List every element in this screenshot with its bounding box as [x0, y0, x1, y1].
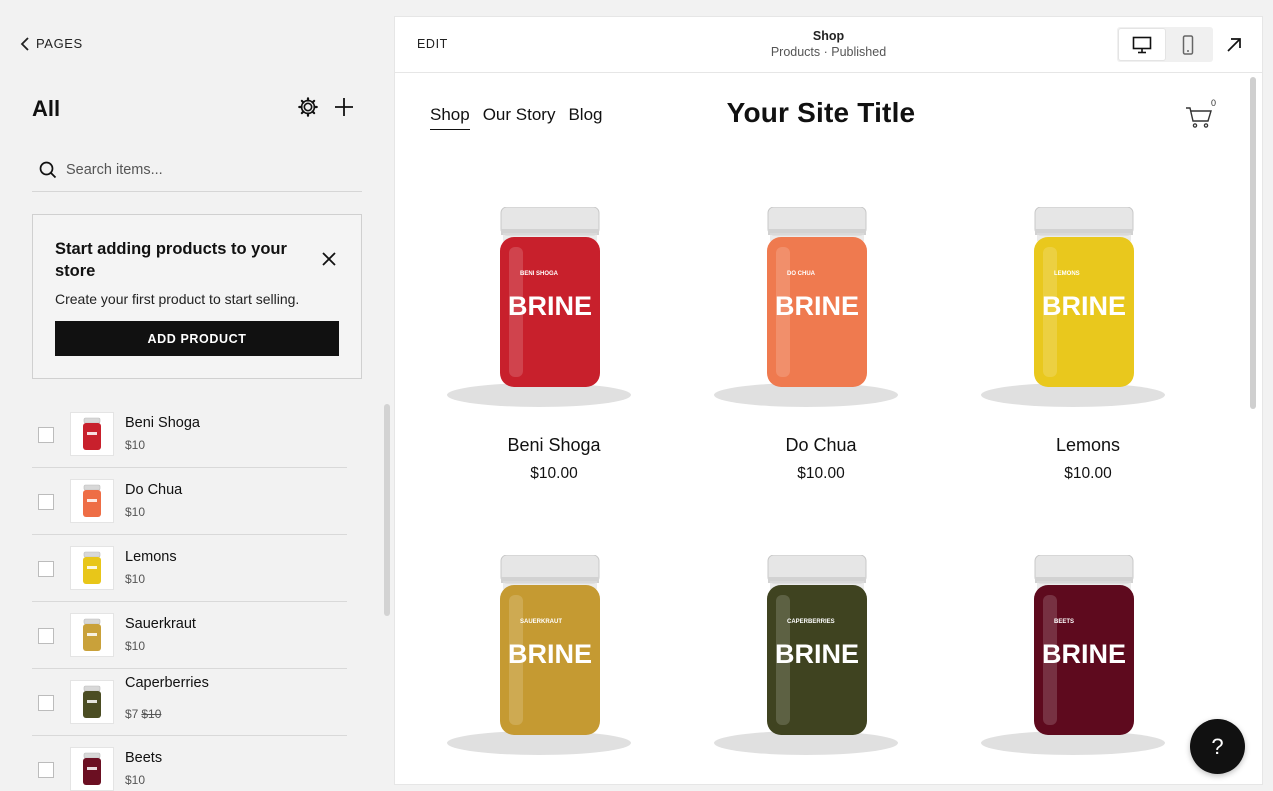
- item-sale-price: $10: [125, 438, 146, 452]
- cart-count: 0: [1211, 98, 1217, 108]
- jar-brand-label: BRINE: [508, 639, 592, 669]
- search-icon: [39, 161, 57, 178]
- device-toggle: [1117, 27, 1213, 62]
- product-card[interactable]: BRINE CAPERBERRIES: [706, 554, 936, 783]
- product-thumbnail: [70, 412, 114, 456]
- jar-variety-label: CAPERBERRIES: [787, 619, 835, 625]
- product-card[interactable]: BRINE LEMONS Lemons $10.00: [973, 206, 1203, 483]
- item-sale-price: $10: [125, 572, 146, 586]
- list-item[interactable]: Beets $10: [32, 736, 347, 791]
- site-preview: EDIT Shop Products · Published Shop Our …: [395, 17, 1262, 784]
- jar-variety-label: LEMONS: [1054, 271, 1080, 277]
- item-sale-price: $10: [125, 639, 146, 653]
- item-name: Lemons: [125, 549, 177, 565]
- back-to-pages-button[interactable]: PAGES: [20, 36, 83, 51]
- jar-brand-label: BRINE: [508, 291, 592, 321]
- jar-variety-label: BEETS: [1054, 619, 1074, 625]
- add-product-button[interactable]: ADD PRODUCT: [55, 321, 339, 356]
- item-name: Beets: [125, 750, 163, 766]
- desktop-icon: [1132, 36, 1152, 53]
- open-external-icon[interactable]: [1225, 36, 1243, 54]
- list-scrollbar[interactable]: [384, 404, 390, 616]
- help-button[interactable]: ?: [1190, 719, 1245, 774]
- product-card[interactable]: BRINE BEETS: [973, 554, 1203, 783]
- product-price: $10.00: [797, 465, 845, 482]
- item-price: $10: [125, 505, 145, 519]
- product-image[interactable]: BRINE SAUERKRAUT: [439, 554, 669, 755]
- product-card[interactable]: BRINE BENI SHOGA Beni Shoga $10.00: [439, 206, 669, 483]
- promo-description: Create your first product to start selli…: [55, 291, 300, 307]
- item-checkbox[interactable]: [38, 628, 54, 644]
- product-image[interactable]: BRINE LEMONS: [973, 206, 1203, 407]
- preview-toolbar: EDIT Shop Products · Published: [395, 17, 1262, 73]
- product-name[interactable]: Beni Shoga: [439, 435, 669, 456]
- item-name: Caperberries: [125, 675, 209, 691]
- promo-title: Start adding products to your store: [55, 240, 287, 280]
- list-item[interactable]: Do Chua $10: [32, 468, 347, 535]
- item-checkbox[interactable]: [38, 561, 54, 577]
- jar-variety-label: DO CHUA: [787, 271, 816, 277]
- mobile-icon: [1182, 34, 1194, 55]
- panel-title: All: [32, 96, 61, 121]
- product-image[interactable]: BRINE BENI SHOGA: [439, 206, 669, 407]
- product-price: $10.00: [530, 465, 578, 482]
- product-thumbnail: [70, 613, 114, 657]
- item-price: $10: [125, 572, 145, 586]
- list-item[interactable]: Lemons $10: [32, 535, 347, 602]
- jar-brand-label: BRINE: [775, 639, 859, 669]
- item-price: $10: [125, 639, 145, 653]
- promo-card: Start adding products to your store Crea…: [32, 214, 362, 379]
- preview-scrollbar[interactable]: [1250, 77, 1256, 409]
- product-thumbnail: [70, 680, 114, 724]
- product-thumbnail: [70, 479, 114, 523]
- chevron-left-icon: [20, 36, 29, 51]
- list-item[interactable]: Caperberries $7 $10: [32, 669, 347, 736]
- add-icon[interactable]: [333, 96, 355, 118]
- jar-variety-label: BENI SHOGA: [520, 271, 559, 277]
- search-bar: [32, 148, 362, 192]
- product-image[interactable]: BRINE BEETS: [973, 554, 1203, 755]
- item-sale-price: $7: [125, 707, 139, 721]
- item-checkbox[interactable]: [38, 427, 54, 443]
- item-price: $10: [125, 438, 145, 452]
- item-sale-price: $10: [125, 773, 146, 787]
- close-icon[interactable]: [321, 251, 337, 267]
- desktop-view-button[interactable]: [1119, 29, 1165, 60]
- item-original-price: $10: [141, 707, 162, 721]
- product-card[interactable]: BRINE SAUERKRAUT: [439, 554, 669, 783]
- item-sale-price: $10: [125, 505, 146, 519]
- product-image[interactable]: BRINE CAPERBERRIES: [706, 554, 936, 755]
- item-price: $7 $10: [125, 707, 161, 721]
- jar-brand-label: BRINE: [1042, 639, 1126, 669]
- list-item[interactable]: Sauerkraut $10: [32, 602, 347, 669]
- gear-icon[interactable]: [297, 96, 319, 118]
- search-input[interactable]: [66, 161, 336, 178]
- product-list: Beni Shoga $10 Do Chua $10 Lemons $10 Sauerkra…: [32, 401, 347, 791]
- list-item[interactable]: Beni Shoga $10: [32, 401, 347, 468]
- product-thumbnail: [70, 546, 114, 590]
- site-title[interactable]: Your Site Title: [395, 97, 1247, 129]
- jar-brand-label: BRINE: [1042, 291, 1126, 321]
- pages-panel: PAGES All Start adding products to your …: [0, 0, 395, 791]
- item-name: Sauerkraut: [125, 616, 196, 632]
- product-name[interactable]: Lemons: [973, 435, 1203, 456]
- product-name[interactable]: Do Chua: [706, 435, 936, 456]
- jar-brand-label: BRINE: [775, 291, 859, 321]
- item-checkbox[interactable]: [38, 762, 54, 778]
- item-checkbox[interactable]: [38, 494, 54, 510]
- product-card[interactable]: BRINE DO CHUA Do Chua $10.00: [706, 206, 936, 483]
- jar-variety-label: SAUERKRAUT: [520, 619, 562, 625]
- mobile-view-button[interactable]: [1165, 29, 1211, 60]
- product-image[interactable]: BRINE DO CHUA: [706, 206, 936, 407]
- item-name: Beni Shoga: [125, 415, 200, 431]
- cart-icon[interactable]: [1185, 105, 1213, 129]
- back-label: PAGES: [36, 36, 83, 51]
- item-checkbox[interactable]: [38, 695, 54, 711]
- item-price: $10: [125, 773, 145, 787]
- product-thumbnail: [70, 747, 114, 791]
- product-price: $10.00: [1064, 465, 1112, 482]
- item-name: Do Chua: [125, 482, 183, 498]
